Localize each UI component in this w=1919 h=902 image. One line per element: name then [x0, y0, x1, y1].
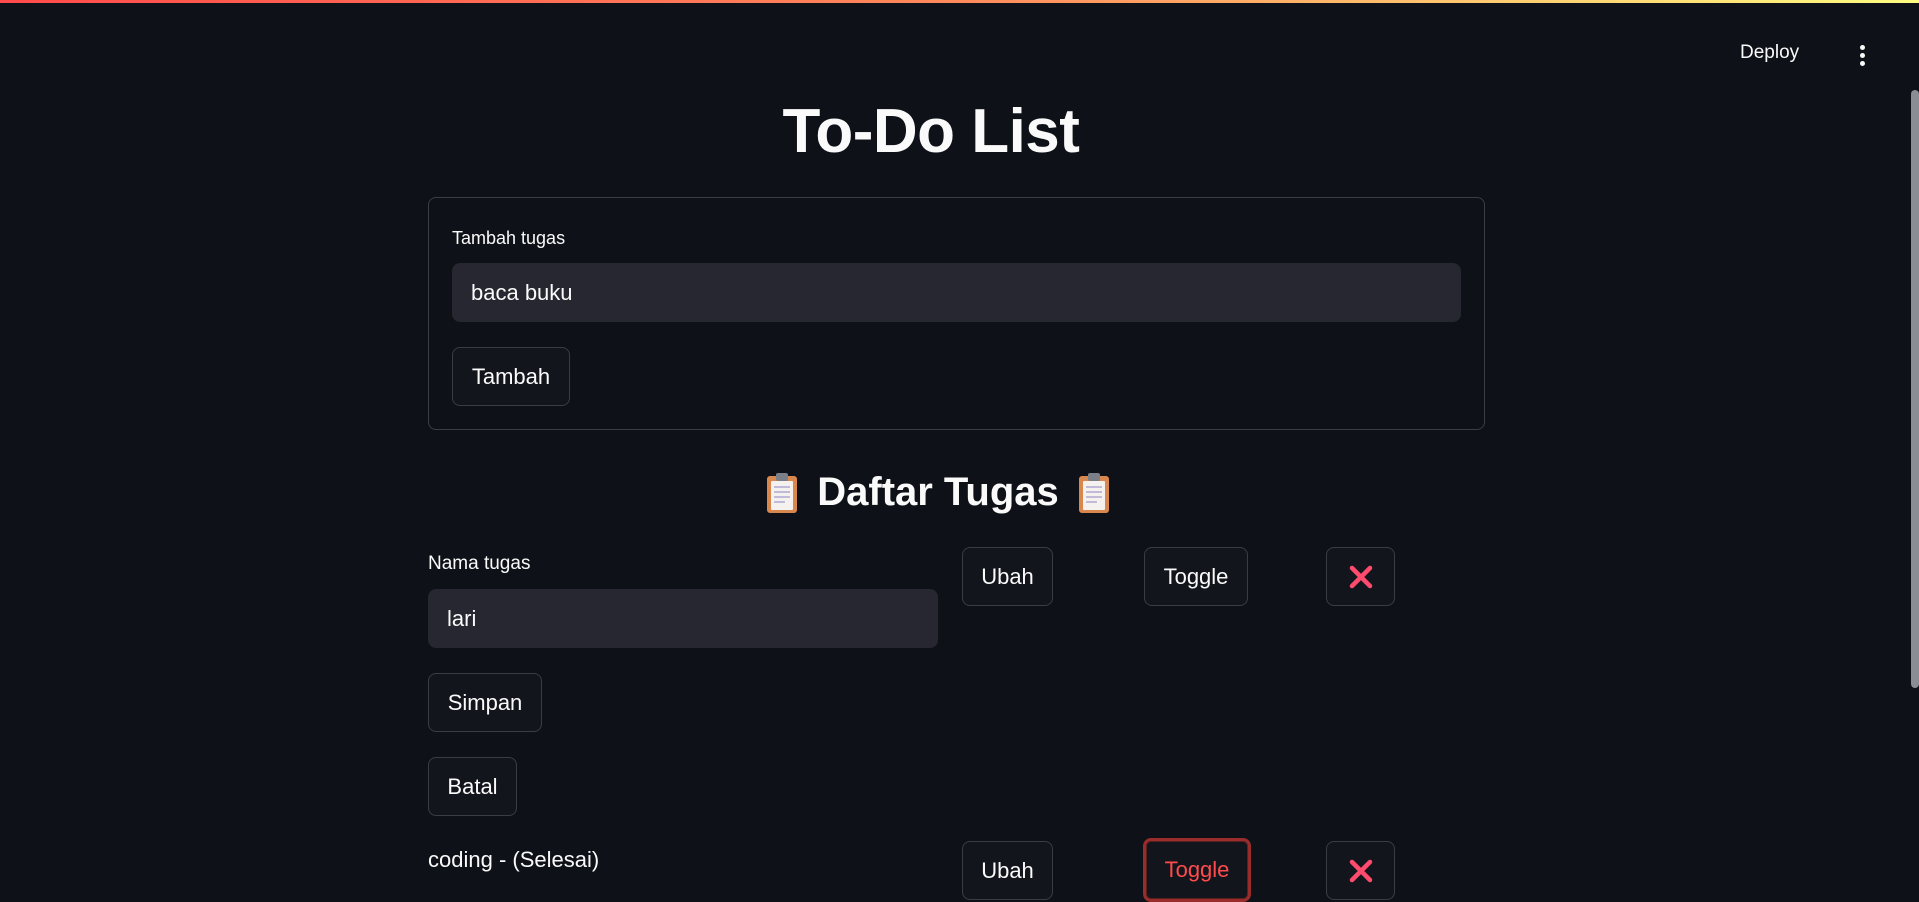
save-button[interactable]: Simpan — [428, 673, 542, 732]
delete-task-button[interactable] — [1326, 841, 1395, 900]
task-list-heading: Daftar Tugas — [0, 470, 1876, 515]
task-label: coding - (Selesai) — [428, 847, 600, 872]
edit-task-button[interactable]: Ubah — [962, 841, 1053, 900]
edit-task-label: Nama tugas — [428, 553, 531, 574]
delete-task-button[interactable] — [1326, 547, 1395, 606]
add-task-label: Tambah tugas — [452, 228, 566, 248]
scrollbar[interactable] — [1911, 90, 1919, 688]
kebab-menu-icon[interactable] — [1854, 42, 1870, 68]
edit-task-button[interactable]: Ubah — [962, 547, 1053, 606]
add-task-input[interactable] — [452, 263, 1461, 322]
toggle-task-button[interactable]: Toggle — [1144, 547, 1248, 606]
top-decoration-bar — [0, 0, 1919, 3]
add-task-form: Tambah tugas Tambah — [428, 197, 1485, 430]
clipboard-icon — [767, 472, 798, 513]
task-list-heading-text: Daftar Tugas — [817, 470, 1059, 514]
close-icon — [1349, 565, 1372, 588]
cancel-button[interactable]: Batal — [428, 757, 517, 816]
add-task-button[interactable]: Tambah — [452, 347, 570, 406]
deploy-button[interactable]: Deploy — [1740, 42, 1799, 64]
close-icon — [1349, 859, 1372, 882]
page-title: To-Do List — [782, 97, 1080, 166]
edit-task-input[interactable] — [428, 589, 938, 648]
toggle-task-button[interactable]: Toggle — [1143, 838, 1251, 902]
clipboard-icon — [1078, 472, 1109, 513]
